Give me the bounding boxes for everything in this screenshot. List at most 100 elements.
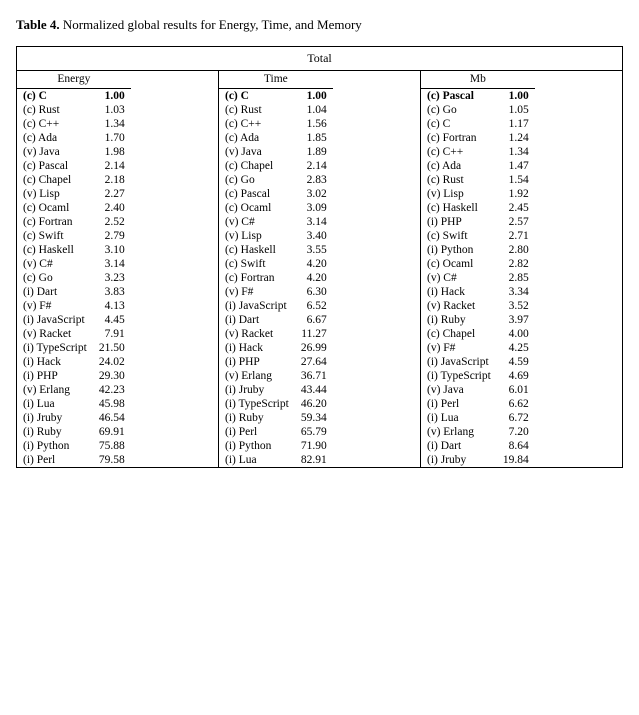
table-row: (i) PHP2.57 bbox=[421, 215, 535, 229]
val-cell: 2.27 bbox=[93, 187, 131, 201]
table-row: (c) Haskell2.45 bbox=[421, 201, 535, 215]
lang-cell: (i) JavaScript bbox=[17, 313, 93, 327]
lang-cell: (i) Dart bbox=[17, 285, 93, 299]
lang-cell: (v) Java bbox=[421, 383, 497, 397]
val-cell: 59.34 bbox=[295, 411, 333, 425]
val-cell: 19.84 bbox=[497, 453, 535, 467]
table-row: (v) Java1.98 bbox=[17, 145, 131, 159]
val-cell: 2.80 bbox=[497, 243, 535, 257]
val-cell: 2.83 bbox=[295, 173, 333, 187]
val-cell: 1.03 bbox=[93, 103, 131, 117]
table-row: (v) Erlang7.20 bbox=[421, 425, 535, 439]
val-cell: 4.00 bbox=[497, 327, 535, 341]
lang-cell: (c) Ocaml bbox=[421, 257, 497, 271]
lang-cell: (v) Racket bbox=[17, 327, 93, 341]
table-row: (i) Dart6.67 bbox=[219, 313, 333, 327]
lang-cell: (v) Java bbox=[219, 145, 295, 159]
table-row: (i) TypeScript4.69 bbox=[421, 369, 535, 383]
memory-table: Mb (c) Pascal1.00(c) Go1.05(c) C1.17(c) … bbox=[421, 71, 535, 467]
table-row: (i) Jruby43.44 bbox=[219, 383, 333, 397]
table-row: (c) Fortran1.24 bbox=[421, 131, 535, 145]
val-cell: 3.14 bbox=[93, 257, 131, 271]
table-row: (i) Ruby69.91 bbox=[17, 425, 131, 439]
table-row: (i) TypeScript21.50 bbox=[17, 341, 131, 355]
table-row: (c) C++1.34 bbox=[421, 145, 535, 159]
table-row: (v) Lisp1.92 bbox=[421, 187, 535, 201]
table-row: (c) Swift4.20 bbox=[219, 257, 333, 271]
table-row: (v) Java1.89 bbox=[219, 145, 333, 159]
lang-cell: (c) Fortran bbox=[17, 215, 93, 229]
val-cell: 43.44 bbox=[295, 383, 333, 397]
lang-cell: (v) C# bbox=[219, 215, 295, 229]
lang-cell: (i) Hack bbox=[17, 355, 93, 369]
energy-header: Energy bbox=[17, 71, 131, 89]
table-row: (v) C#3.14 bbox=[17, 257, 131, 271]
table-row: (i) Dart8.64 bbox=[421, 439, 535, 453]
val-cell: 1.24 bbox=[497, 131, 535, 145]
val-cell: 79.58 bbox=[93, 453, 131, 467]
val-cell: 1.17 bbox=[497, 117, 535, 131]
val-cell: 1.34 bbox=[93, 117, 131, 131]
val-cell: 3.10 bbox=[93, 243, 131, 257]
title-text: Normalized global results for Energy, Ti… bbox=[60, 17, 362, 32]
val-cell: 4.20 bbox=[295, 257, 333, 271]
val-cell: 2.82 bbox=[497, 257, 535, 271]
table-row: (c) Go2.83 bbox=[219, 173, 333, 187]
table-row: (c) Chapel2.14 bbox=[219, 159, 333, 173]
table-row: (v) Erlang36.71 bbox=[219, 369, 333, 383]
table-row: (i) Perl79.58 bbox=[17, 453, 131, 467]
val-cell: 2.14 bbox=[93, 159, 131, 173]
lang-cell: (c) C bbox=[421, 117, 497, 131]
table-row: (v) Java6.01 bbox=[421, 383, 535, 397]
val-cell: 2.85 bbox=[497, 271, 535, 285]
lang-cell: (i) Python bbox=[17, 439, 93, 453]
lang-cell: (i) Python bbox=[421, 243, 497, 257]
val-cell: 11.27 bbox=[295, 327, 333, 341]
lang-cell: (c) Haskell bbox=[17, 243, 93, 257]
val-cell: 1.34 bbox=[497, 145, 535, 159]
lang-cell: (c) C bbox=[219, 89, 295, 104]
val-cell: 3.02 bbox=[295, 187, 333, 201]
lang-cell: (i) TypeScript bbox=[219, 397, 295, 411]
val-cell: 2.40 bbox=[93, 201, 131, 215]
lang-cell: (c) Ocaml bbox=[219, 201, 295, 215]
val-cell: 6.67 bbox=[295, 313, 333, 327]
table-row: (c) Haskell3.10 bbox=[17, 243, 131, 257]
table-row: (i) Hack24.02 bbox=[17, 355, 131, 369]
lang-cell: (c) Go bbox=[421, 103, 497, 117]
val-cell: 1.92 bbox=[497, 187, 535, 201]
val-cell: 3.40 bbox=[295, 229, 333, 243]
energy-table: Energy (c) C1.00(c) Rust1.03(c) C++1.34(… bbox=[17, 71, 131, 467]
val-cell: 36.71 bbox=[295, 369, 333, 383]
table-row: (i) Perl6.62 bbox=[421, 397, 535, 411]
lang-cell: (c) Go bbox=[17, 271, 93, 285]
val-cell: 45.98 bbox=[93, 397, 131, 411]
val-cell: 1.54 bbox=[497, 173, 535, 187]
lang-cell: (c) Ada bbox=[219, 131, 295, 145]
lang-cell: (v) C# bbox=[421, 271, 497, 285]
val-cell: 1.85 bbox=[295, 131, 333, 145]
val-cell: 3.52 bbox=[497, 299, 535, 313]
val-cell: 1.00 bbox=[497, 89, 535, 104]
table-row: (c) Pascal3.02 bbox=[219, 187, 333, 201]
val-cell: 42.23 bbox=[93, 383, 131, 397]
table-row: (c) Fortran2.52 bbox=[17, 215, 131, 229]
val-cell: 2.79 bbox=[93, 229, 131, 243]
val-cell: 6.52 bbox=[295, 299, 333, 313]
table-row: (v) Lisp3.40 bbox=[219, 229, 333, 243]
table-row: (i) Jruby46.54 bbox=[17, 411, 131, 425]
table-row: (c) Ada1.85 bbox=[219, 131, 333, 145]
table-row: (v) Racket7.91 bbox=[17, 327, 131, 341]
val-cell: 4.20 bbox=[295, 271, 333, 285]
val-cell: 82.91 bbox=[295, 453, 333, 467]
val-cell: 8.64 bbox=[497, 439, 535, 453]
lang-cell: (i) Jruby bbox=[421, 453, 497, 467]
val-cell: 2.18 bbox=[93, 173, 131, 187]
lang-cell: (i) PHP bbox=[17, 369, 93, 383]
table-row: (v) Racket11.27 bbox=[219, 327, 333, 341]
table-row: (c) Chapel2.18 bbox=[17, 173, 131, 187]
val-cell: 6.30 bbox=[295, 285, 333, 299]
lang-cell: (c) Fortran bbox=[421, 131, 497, 145]
table-row: (v) Erlang42.23 bbox=[17, 383, 131, 397]
table-row: (c) C1.00 bbox=[17, 89, 131, 104]
